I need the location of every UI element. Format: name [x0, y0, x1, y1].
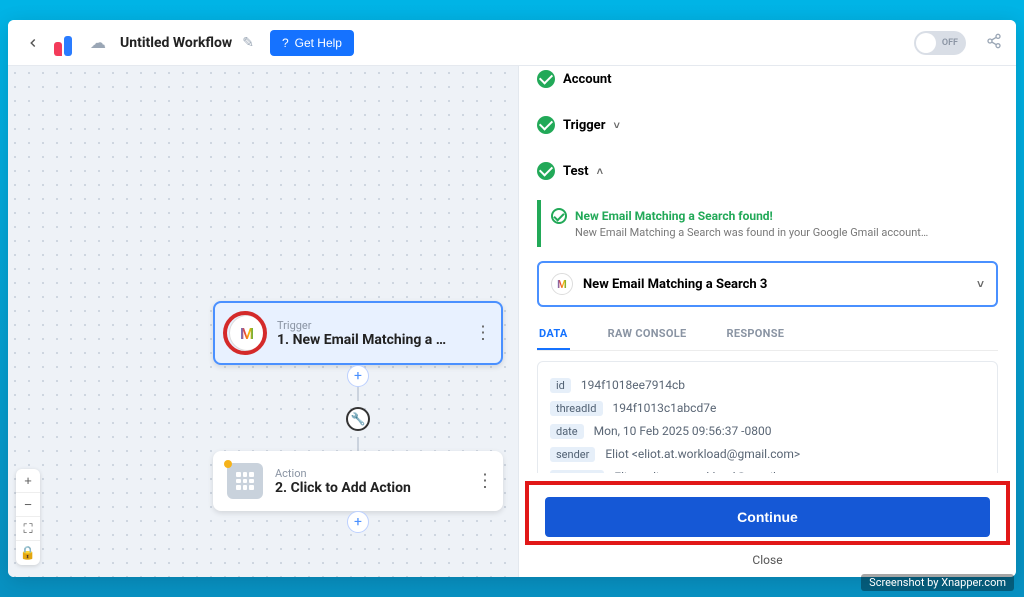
trigger-card-text: Trigger 1. New Email Matching a …: [277, 319, 446, 348]
data-row: threadId 194f1013c1abcd7e: [550, 397, 985, 420]
data-key: date: [550, 424, 584, 439]
chevron-down-icon: ˅: [613, 119, 619, 132]
data-key: sender: [550, 447, 595, 462]
wrench-node[interactable]: 🔧: [346, 407, 370, 431]
chevron-down-icon: ˅: [977, 277, 984, 291]
data-value: Eliot <eliot.at.workload@gmail.com>: [614, 470, 809, 473]
data-row: date Mon, 10 Feb 2025 09:56:37 -0800: [550, 420, 985, 443]
action-card[interactable]: Action 2. Click to Add Action ⋮: [213, 451, 503, 511]
check-outline-icon: [551, 208, 567, 224]
gmail-icon: [551, 273, 573, 295]
fit-button[interactable]: ⛶: [16, 517, 40, 541]
section-account[interactable]: Account: [537, 66, 998, 102]
data-value: Mon, 10 Feb 2025 09:56:37 -0800: [594, 424, 772, 438]
enable-toggle[interactable]: OFF: [914, 31, 966, 55]
trigger-subtitle: Trigger: [277, 319, 446, 332]
chevron-up-icon: ˄: [597, 165, 603, 178]
toggle-knob: [916, 33, 936, 53]
result-tabs: DATA RAW CONSOLE RESPONSE: [537, 319, 998, 351]
zoom-controls: + − ⛶ 🔒: [16, 469, 40, 565]
action-placeholder-icon: [227, 463, 263, 499]
zoom-out-button[interactable]: −: [16, 493, 40, 517]
data-value: 194f1018ee7914cb: [581, 378, 685, 392]
trigger-title: 1. New Email Matching a …: [277, 332, 446, 348]
trigger-card[interactable]: Trigger 1. New Email Matching a … ⋮: [213, 301, 503, 365]
section-trigger[interactable]: Trigger ˅: [537, 102, 998, 148]
help-icon: ?: [282, 36, 289, 50]
data-key: recipient: [550, 470, 604, 473]
check-icon: [537, 70, 555, 88]
action-title: 2. Click to Add Action: [275, 480, 411, 496]
data-value: 194f1013c1abcd7e: [613, 401, 717, 415]
connector: [357, 387, 359, 401]
workflow-canvas[interactable]: ↖ Trigger 1. New Email Matching a … ⋮ +: [8, 66, 518, 577]
continue-highlight: Continue: [525, 481, 1010, 545]
check-icon: [537, 116, 555, 134]
section-label: Trigger: [563, 118, 605, 133]
tab-raw-console[interactable]: RAW CONSOLE: [606, 319, 689, 350]
success-callout: New Email Matching a Search found! New E…: [537, 200, 998, 247]
continue-button[interactable]: Continue: [545, 497, 990, 537]
zoom-in-button[interactable]: +: [16, 469, 40, 493]
workflow-title[interactable]: Untitled Workflow: [120, 35, 232, 51]
card-menu-icon[interactable]: ⋮: [476, 471, 493, 492]
add-step-button[interactable]: +: [347, 511, 369, 533]
callout-subtitle: New Email Matching a Search was found in…: [575, 226, 988, 239]
get-help-label: Get Help: [295, 36, 342, 50]
result-name: New Email Matching a Search 3: [583, 277, 767, 292]
get-help-button[interactable]: ? Get Help: [270, 30, 354, 56]
data-row: recipient Eliot <eliot.at.workload@gmail.…: [550, 466, 985, 473]
tab-response[interactable]: RESPONSE: [724, 319, 786, 350]
callout-title: New Email Matching a Search found!: [575, 209, 773, 223]
node-group: Trigger 1. New Email Matching a … ⋮ + 🔧: [213, 301, 503, 533]
close-link[interactable]: Close: [519, 545, 1016, 577]
share-icon[interactable]: [986, 33, 1002, 53]
tab-data[interactable]: DATA: [537, 319, 570, 350]
data-key: id: [550, 378, 571, 393]
lock-button[interactable]: 🔒: [16, 541, 40, 565]
watermark: Screenshot by Xnapper.com: [861, 574, 1014, 591]
highlight-annotation: [223, 311, 267, 355]
workload-logo: [54, 30, 80, 56]
edit-title-icon[interactable]: ✎: [242, 35, 254, 51]
add-step-button[interactable]: +: [347, 365, 369, 387]
data-row: sender Eliot <eliot.at.workload@gmail.com…: [550, 443, 985, 466]
cloud-icon: ☁: [90, 33, 106, 52]
side-panel: Account Trigger ˅ Test ˄ New Email Match…: [518, 66, 1016, 577]
action-subtitle: Action: [275, 467, 411, 480]
toggle-label: OFF: [942, 38, 958, 48]
check-icon: [537, 162, 555, 180]
section-label: Test: [563, 164, 589, 179]
data-box[interactable]: id 194f1018ee7914cb threadId 194f1013c1abcd…: [537, 361, 998, 473]
card-menu-icon[interactable]: ⋮: [474, 323, 491, 344]
action-card-text: Action 2. Click to Add Action: [275, 467, 411, 496]
result-dropdown[interactable]: New Email Matching a Search 3 ˅: [537, 261, 998, 307]
data-value: Eliot <eliot.at.workload@gmail.com>: [605, 447, 800, 461]
data-row: id 194f1018ee7914cb: [550, 374, 985, 397]
top-header: ☁ Untitled Workflow ✎ ? Get Help OFF: [8, 20, 1016, 66]
app-window: ☁ Untitled Workflow ✎ ? Get Help OFF ↖: [8, 20, 1016, 577]
main-area: ↖ Trigger 1. New Email Matching a … ⋮ +: [8, 66, 1016, 577]
section-label: Account: [563, 72, 612, 87]
panel-body[interactable]: Account Trigger ˅ Test ˄ New Email Match…: [519, 66, 1016, 473]
back-button[interactable]: [22, 32, 44, 54]
data-key: threadId: [550, 401, 603, 416]
section-test[interactable]: Test ˄: [537, 148, 998, 194]
connector: [357, 437, 359, 451]
